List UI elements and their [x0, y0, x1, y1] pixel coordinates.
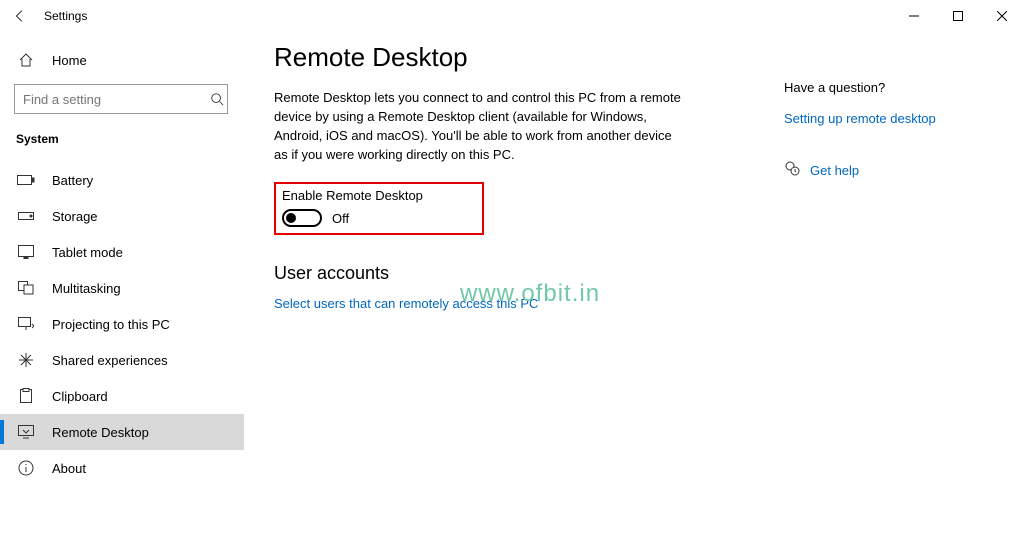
sidebar: Home System Battery Storage [0, 32, 244, 546]
home-label: Home [52, 53, 87, 68]
sidebar-item-label: Remote Desktop [52, 425, 149, 440]
sidebar-item-label: Storage [52, 209, 98, 224]
sidebar-item-battery[interactable]: Battery [0, 162, 244, 198]
close-button[interactable] [980, 0, 1024, 32]
minimize-button[interactable] [892, 0, 936, 32]
select-users-link[interactable]: Select users that can remotely access th… [274, 296, 704, 311]
projecting-icon [16, 314, 36, 334]
multitasking-icon [16, 278, 36, 298]
app-title: Settings [40, 9, 87, 23]
page-title: Remote Desktop [274, 42, 704, 73]
remote-desktop-icon [16, 422, 36, 442]
get-help-icon [784, 160, 800, 181]
tablet-icon [16, 242, 36, 262]
maximize-button[interactable] [936, 0, 980, 32]
back-button[interactable] [0, 0, 40, 32]
sidebar-item-clipboard[interactable]: Clipboard [0, 378, 244, 414]
sidebar-item-label: Projecting to this PC [52, 317, 170, 332]
search-input-field[interactable] [15, 92, 207, 107]
sidebar-item-remote-desktop[interactable]: Remote Desktop [0, 414, 244, 450]
battery-icon [16, 170, 36, 190]
shared-icon [16, 350, 36, 370]
enable-remote-desktop-label: Enable Remote Desktop [282, 188, 476, 203]
toggle-state-label: Off [332, 211, 349, 226]
search-input[interactable] [14, 84, 228, 114]
storage-icon [16, 206, 36, 226]
have-question-heading: Have a question? [784, 80, 994, 95]
sidebar-item-multitasking[interactable]: Multitasking [0, 270, 244, 306]
user-accounts-heading: User accounts [274, 263, 704, 284]
sidebar-item-label: Clipboard [52, 389, 108, 404]
sidebar-item-label: Shared experiences [52, 353, 168, 368]
sidebar-item-shared-experiences[interactable]: Shared experiences [0, 342, 244, 378]
highlight-box: Enable Remote Desktop Off [274, 182, 484, 235]
page-description: Remote Desktop lets you connect to and c… [274, 89, 684, 164]
sidebar-item-label: Tablet mode [52, 245, 123, 260]
sidebar-item-storage[interactable]: Storage [0, 198, 244, 234]
clipboard-icon [16, 386, 36, 406]
toggle-knob [286, 213, 296, 223]
search-icon [207, 92, 227, 106]
sidebar-item-tablet-mode[interactable]: Tablet mode [0, 234, 244, 270]
info-icon [16, 458, 36, 478]
sidebar-item-label: Multitasking [52, 281, 121, 296]
sidebar-home[interactable]: Home [0, 42, 244, 78]
home-icon [16, 50, 36, 70]
sidebar-item-about[interactable]: About [0, 450, 244, 486]
enable-remote-desktop-toggle[interactable] [282, 209, 322, 227]
sidebar-item-label: Battery [52, 173, 93, 188]
setup-remote-desktop-link[interactable]: Setting up remote desktop [784, 111, 994, 126]
sidebar-item-label: About [52, 461, 86, 476]
sidebar-item-projecting[interactable]: Projecting to this PC [0, 306, 244, 342]
sidebar-group-label: System [0, 120, 244, 154]
get-help-link[interactable]: Get help [810, 163, 859, 178]
